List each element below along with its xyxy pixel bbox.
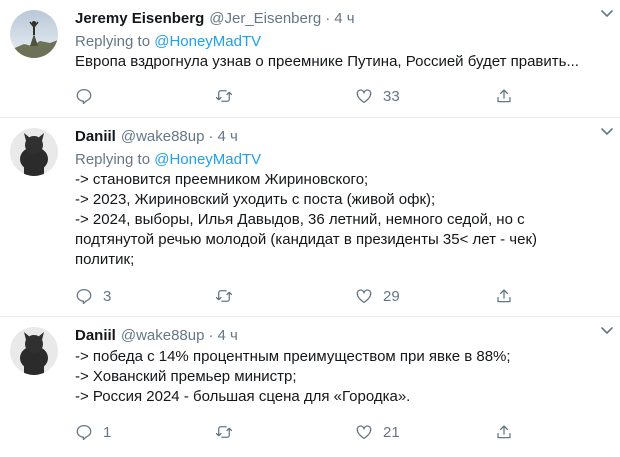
tweet[interactable]: Jeremy Eisenberg @Jer_Eisenberg · 4 ч Re…	[0, 0, 620, 118]
heart-icon	[355, 287, 373, 305]
tweet-text-line: -> Хованский премьер министр;	[75, 368, 297, 385]
replying-to: Replying to @HoneyMadTV	[75, 32, 610, 52]
tweet-actions: 33	[75, 85, 535, 107]
like-button[interactable]: 33	[355, 87, 495, 105]
like-count: 21	[383, 423, 400, 441]
share-button[interactable]	[495, 287, 535, 305]
like-count: 29	[383, 287, 400, 305]
tweet-text: -> победа с 14% процентным преимуществом…	[75, 347, 610, 407]
like-button[interactable]: 21	[355, 423, 495, 441]
share-button[interactable]	[495, 87, 535, 105]
replying-to-link[interactable]: @HoneyMadTV	[154, 33, 261, 50]
tweet-text-line: -> Россия 2024 - большая сцена для «Горо…	[75, 388, 411, 405]
retweet-icon	[215, 423, 233, 441]
replying-to-label: Replying to	[75, 151, 151, 168]
avatar[interactable]	[10, 327, 58, 375]
tweet-text-line: -> 2023, Жириновский уходить с поста (жи…	[75, 191, 436, 208]
retweet-button[interactable]	[215, 287, 355, 305]
timestamp[interactable]: 4 ч	[217, 327, 237, 344]
chevron-down-icon[interactable]	[598, 4, 616, 22]
reply-button[interactable]: 1	[75, 423, 215, 441]
retweet-icon	[215, 87, 233, 105]
tweet-actions: 1 21	[75, 421, 535, 443]
separator-dot: ·	[325, 10, 331, 27]
tweet-text-line: Европа вздрогнула узнав о преемнике Пути…	[75, 53, 579, 70]
share-button[interactable]	[495, 423, 535, 441]
replying-to-label: Replying to	[75, 33, 151, 50]
author-name[interactable]: Daniil	[75, 128, 116, 145]
tweet-text: Европа вздрогнула узнав о преемнике Пути…	[75, 52, 610, 72]
separator-dot: ·	[208, 327, 214, 344]
avatar[interactable]	[10, 10, 58, 58]
reply-button[interactable]: 3	[75, 287, 215, 305]
tweet-text: -> становится преемником Жириновского; -…	[75, 170, 610, 270]
like-button[interactable]: 29	[355, 287, 495, 305]
tweet-text-line: политик;	[75, 251, 135, 268]
retweet-button[interactable]	[215, 423, 355, 441]
tweet-text-line: -> победа с 14% процентным преимуществом…	[75, 348, 511, 365]
author-name[interactable]: Daniil	[75, 327, 116, 344]
author-handle[interactable]: @wake88up	[121, 327, 205, 344]
separator-dot: ·	[208, 128, 214, 145]
retweet-button[interactable]	[215, 87, 355, 105]
heart-icon	[355, 87, 373, 105]
replying-to-link[interactable]: @HoneyMadTV	[154, 151, 261, 168]
share-icon	[495, 423, 513, 441]
share-icon	[495, 287, 513, 305]
tweet[interactable]: Daniil @wake88up · 4 ч -> победа с 14% п…	[0, 317, 620, 457]
tweet-text-line: -> становится преемником Жириновского;	[75, 171, 369, 188]
replying-to: Replying to @HoneyMadTV	[75, 150, 610, 170]
tweet-text-line: -> 2024, выборы, Илья Давыдов, 36 летний…	[75, 211, 525, 228]
chevron-down-icon[interactable]	[598, 321, 616, 339]
tweet-actions: 3 29	[75, 285, 535, 307]
share-icon	[495, 87, 513, 105]
author-name[interactable]: Jeremy Eisenberg	[75, 10, 204, 27]
tweet-text-line: подтянутой речью молодой (кандидат в пре…	[75, 231, 538, 248]
reply-icon	[75, 87, 93, 105]
heart-icon	[355, 423, 373, 441]
reply-icon	[75, 423, 93, 441]
tweet[interactable]: Daniil @wake88up · 4 ч Replying to @Hone…	[0, 118, 620, 317]
reply-count: 3	[103, 287, 112, 305]
reply-count: 1	[103, 423, 112, 441]
reply-button[interactable]	[75, 87, 215, 105]
author-handle[interactable]: @Jer_Eisenberg	[209, 10, 321, 27]
retweet-icon	[215, 287, 233, 305]
chevron-down-icon[interactable]	[598, 122, 616, 140]
reply-icon	[75, 287, 93, 305]
author-handle[interactable]: @wake88up	[121, 128, 205, 145]
timestamp[interactable]: 4 ч	[334, 10, 354, 27]
like-count: 33	[383, 87, 400, 105]
timestamp[interactable]: 4 ч	[217, 128, 237, 145]
avatar[interactable]	[10, 128, 58, 176]
